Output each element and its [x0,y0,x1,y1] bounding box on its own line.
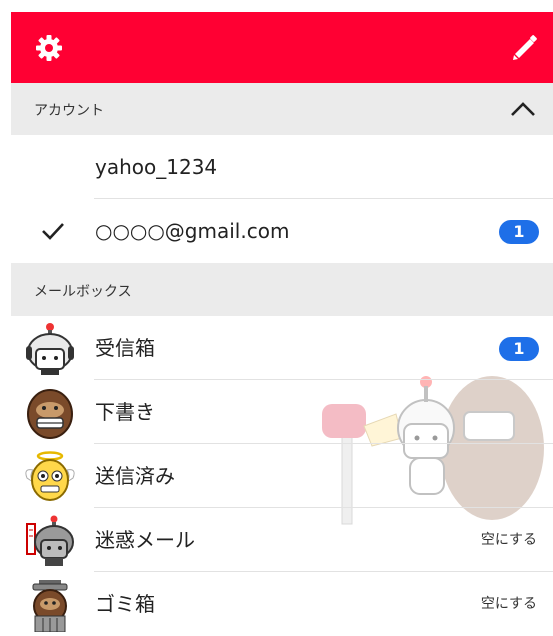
top-bar [11,12,553,83]
accounts-section-title: アカウント [34,103,104,119]
trash-gorilla-icon [32,580,68,632]
mailbox-row-inbox[interactable]: 受信箱 1 [11,316,553,380]
chevron-up-icon[interactable] [509,99,537,119]
mailbox-label: 送信済み [95,464,175,488]
mail-app-screen: アカウント yahoo_1234 ○○○○@gmail.com 1 メールボック… [0,0,553,632]
mailbox-label: 迷惑メール [95,528,195,552]
mailbox-label: 下書き [95,400,155,424]
inbox-robot-icon [26,323,74,375]
mailbox-section-title: メールボックス [34,284,132,300]
account-row-gmail[interactable]: ○○○○@gmail.com 1 [11,199,553,263]
account-name: yahoo_1234 [95,155,218,179]
mailbox-row-sent[interactable]: 送信済み [11,444,553,508]
account-row-yahoo[interactable]: yahoo_1234 [11,135,553,199]
mailbox-label: ゴミ箱 [95,592,155,616]
mailbox-row-drafts[interactable]: 下書き [11,380,553,444]
pencil-icon[interactable] [511,34,539,62]
unread-badge: 1 [499,337,539,361]
accounts-section-header[interactable]: アカウント [11,83,553,135]
empty-trash-button[interactable]: 空にする [481,572,537,636]
checkmark-icon [39,219,67,243]
mailbox-label: 受信箱 [95,336,155,360]
gear-icon[interactable] [35,34,63,62]
account-name: ○○○○@gmail.com [95,219,290,243]
unread-badge: 1 [499,220,539,244]
sent-angel-icon [25,451,75,501]
drafts-gorilla-icon [27,389,73,439]
spam-robot-icon [26,515,74,566]
empty-spam-button[interactable]: 空にする [481,508,537,572]
mailbox-row-spam[interactable]: 迷惑メール 空にする [11,508,553,572]
mailbox-section-header: メールボックス [11,263,553,316]
mailbox-row-trash[interactable]: ゴミ箱 空にする [11,572,553,636]
